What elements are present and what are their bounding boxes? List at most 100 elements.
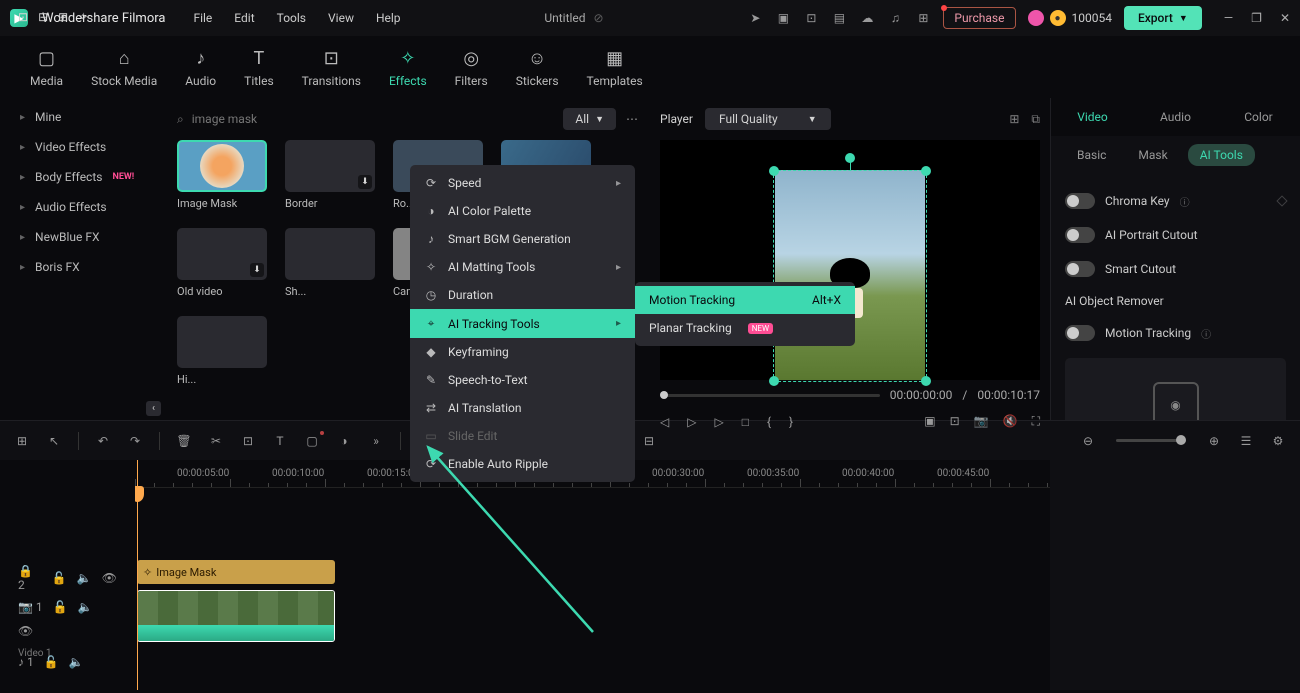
playhead[interactable] [137,460,138,690]
info-icon[interactable]: ⓘ [1180,194,1190,209]
zoom-out-icon[interactable]: ⊖ [1080,434,1096,448]
sidebar-item-body-effects[interactable]: ▸Body EffectsNEW! [0,162,165,192]
tab-stickers[interactable]: ☺Stickers [516,46,559,88]
ctx-duration[interactable]: ◷Duration [410,281,635,309]
sidebar-item-mine[interactable]: ▸Mine [0,102,165,132]
effect-thumb-old-video[interactable]: ⬇Old video [177,228,267,298]
clip-video[interactable]: girl-Walking - woman walking ... [137,590,335,642]
headphones-icon[interactable]: ♫ [887,10,903,26]
selection-border[interactable] [773,170,927,382]
menu-tools[interactable]: Tools [277,11,306,25]
lock-icon[interactable]: 🔓 [53,600,68,614]
ctx-ai-tracking[interactable]: ⌖AI Tracking Tools▸ [410,309,635,338]
tab-templates[interactable]: ▦Templates [587,46,643,88]
ctx-speed[interactable]: ⟳Speed▸ [410,169,635,197]
chroma-toggle[interactable] [1065,193,1095,209]
t-icon2-icon[interactable]: ⊟ [38,10,48,24]
lock-icon[interactable]: 🔓 [52,571,67,585]
camera-icon[interactable]: 📷 [974,414,989,429]
settings-icon[interactable]: ⚙ [1270,434,1286,448]
resize-handle[interactable] [769,376,779,386]
ctx-stt[interactable]: ✎Speech-to-Text [410,366,635,394]
expand-toolbar-icon[interactable]: » [368,434,384,448]
rp-subtab-aitools[interactable]: AI Tools [1188,144,1255,166]
link-icon[interactable]: ⊟ [641,434,657,448]
fullscreen-icon[interactable]: ⛶ [1032,414,1040,429]
resize-handle[interactable] [921,376,931,386]
color-icon[interactable]: ◑ [336,434,352,448]
t-icon3-icon[interactable]: ⊞ [58,10,68,24]
cloud-icon[interactable]: ☁ [859,10,875,26]
more-icon[interactable]: ⋯ [626,112,638,126]
ctx-auto-ripple[interactable]: ⟳Enable Auto Ripple [410,450,635,478]
tab-filters[interactable]: ◎Filters [455,46,488,88]
screenshot-icon[interactable]: ▣ [924,414,935,429]
snapshot-icon[interactable]: ⧉ [1031,112,1040,127]
menu-view[interactable]: View [328,11,354,25]
mark-out-icon[interactable]: } [789,415,793,429]
download-icon[interactable]: ⬇ [250,263,264,277]
record-icon[interactable]: ▣ [775,10,791,26]
motion-toggle[interactable] [1065,325,1095,341]
effect-thumb-border[interactable]: ⬇Border [285,140,375,210]
record-icon[interactable]: ▢ [304,434,320,448]
maximize-button[interactable]: ❐ [1251,11,1262,25]
ctx-color-palette[interactable]: ◑AI Color Palette [410,197,635,225]
rp-tab-color[interactable]: Color [1217,98,1300,136]
filter-dropdown[interactable]: All▼ [563,108,616,130]
sub-motion-tracking[interactable]: Motion TrackingAlt+X [635,286,855,314]
rp-subtab-mask[interactable]: Mask [1126,144,1179,166]
menu-help[interactable]: Help [376,11,401,25]
ctx-matting[interactable]: ✧AI Matting Tools▸ [410,253,635,281]
t-icon1-icon[interactable]: ⊡ [18,10,28,24]
close-button[interactable]: ✕ [1280,11,1290,25]
tab-titles[interactable]: TTitles [244,46,273,88]
ctx-translate[interactable]: ⇄AI Translation [410,394,635,422]
quality-dropdown[interactable]: Full Quality▼ [705,108,831,130]
minimize-button[interactable]: — [1224,11,1233,25]
rp-tab-audio[interactable]: Audio [1134,98,1217,136]
resize-handle[interactable] [769,166,779,176]
export-button[interactable]: Export ▼ [1124,6,1202,30]
undo-icon[interactable]: ↶ [95,434,111,448]
sidebar-item-video-effects[interactable]: ▸Video Effects [0,132,165,162]
stop-icon[interactable]: □ [742,415,749,429]
mark-in-icon[interactable]: { [767,415,771,429]
prev-frame-icon[interactable]: ◁ [660,415,669,429]
sub-planar-tracking[interactable]: Planar TrackingNEW [635,314,855,342]
effect-thumb-9[interactable]: Hi... [177,316,267,386]
list-icon[interactable]: ☰ [1238,434,1254,448]
purchase-button[interactable]: Purchase [943,7,1015,29]
lock-icon[interactable]: 🔓 [44,655,59,669]
timeline-tracks[interactable]: 00:00:05:0000:00:10:0000:00:15:0000:00:2… [135,460,1050,690]
tab-effects[interactable]: ✧Effects [389,46,427,88]
play-icon[interactable]: ▷ [687,415,696,429]
keyframe-icon[interactable] [1276,195,1287,206]
menu-file[interactable]: File [193,11,212,25]
crop-icon[interactable]: ⊡ [240,434,256,448]
clip-image-mask[interactable]: ✧Image Mask [137,560,335,584]
info-icon[interactable]: ⓘ [1201,326,1211,341]
apps-icon[interactable]: ⊞ [915,10,931,26]
effect-thumb-image-mask[interactable]: Image Mask [177,140,267,210]
track-head-fx[interactable]: 🔒 2🔓🔈👁 [0,564,135,592]
search-input[interactable]: ⌕ image mask [177,112,553,127]
mute-icon[interactable]: 🔈 [77,571,92,585]
send-icon[interactable]: ➤ [747,10,763,26]
compare-icon[interactable]: ⊡ [950,414,960,429]
motion-tracking-start[interactable]: ◉ Click to start Motion Tracking [1065,358,1286,420]
menu-edit[interactable]: Edit [234,11,254,25]
sidebar-item-audio-effects[interactable]: ▸Audio Effects [0,192,165,222]
mute-icon[interactable]: 🔈 [78,600,93,614]
apps-icon[interactable]: ⊞ [14,434,30,448]
tab-media[interactable]: ▢Media [30,46,63,88]
eye-icon[interactable]: 👁 [102,571,117,585]
resize-handle[interactable] [921,166,931,176]
collapse-sidebar-button[interactable]: ‹ [146,401,161,416]
tab-transitions[interactable]: ⊡Transitions [302,46,361,88]
text-icon[interactable]: T [272,434,288,448]
mute-icon[interactable]: 🔇 [1003,414,1018,429]
smart-cutout-toggle[interactable] [1065,261,1095,277]
eye-icon[interactable]: 👁 [18,624,33,638]
zoom-slider[interactable] [1116,439,1186,442]
